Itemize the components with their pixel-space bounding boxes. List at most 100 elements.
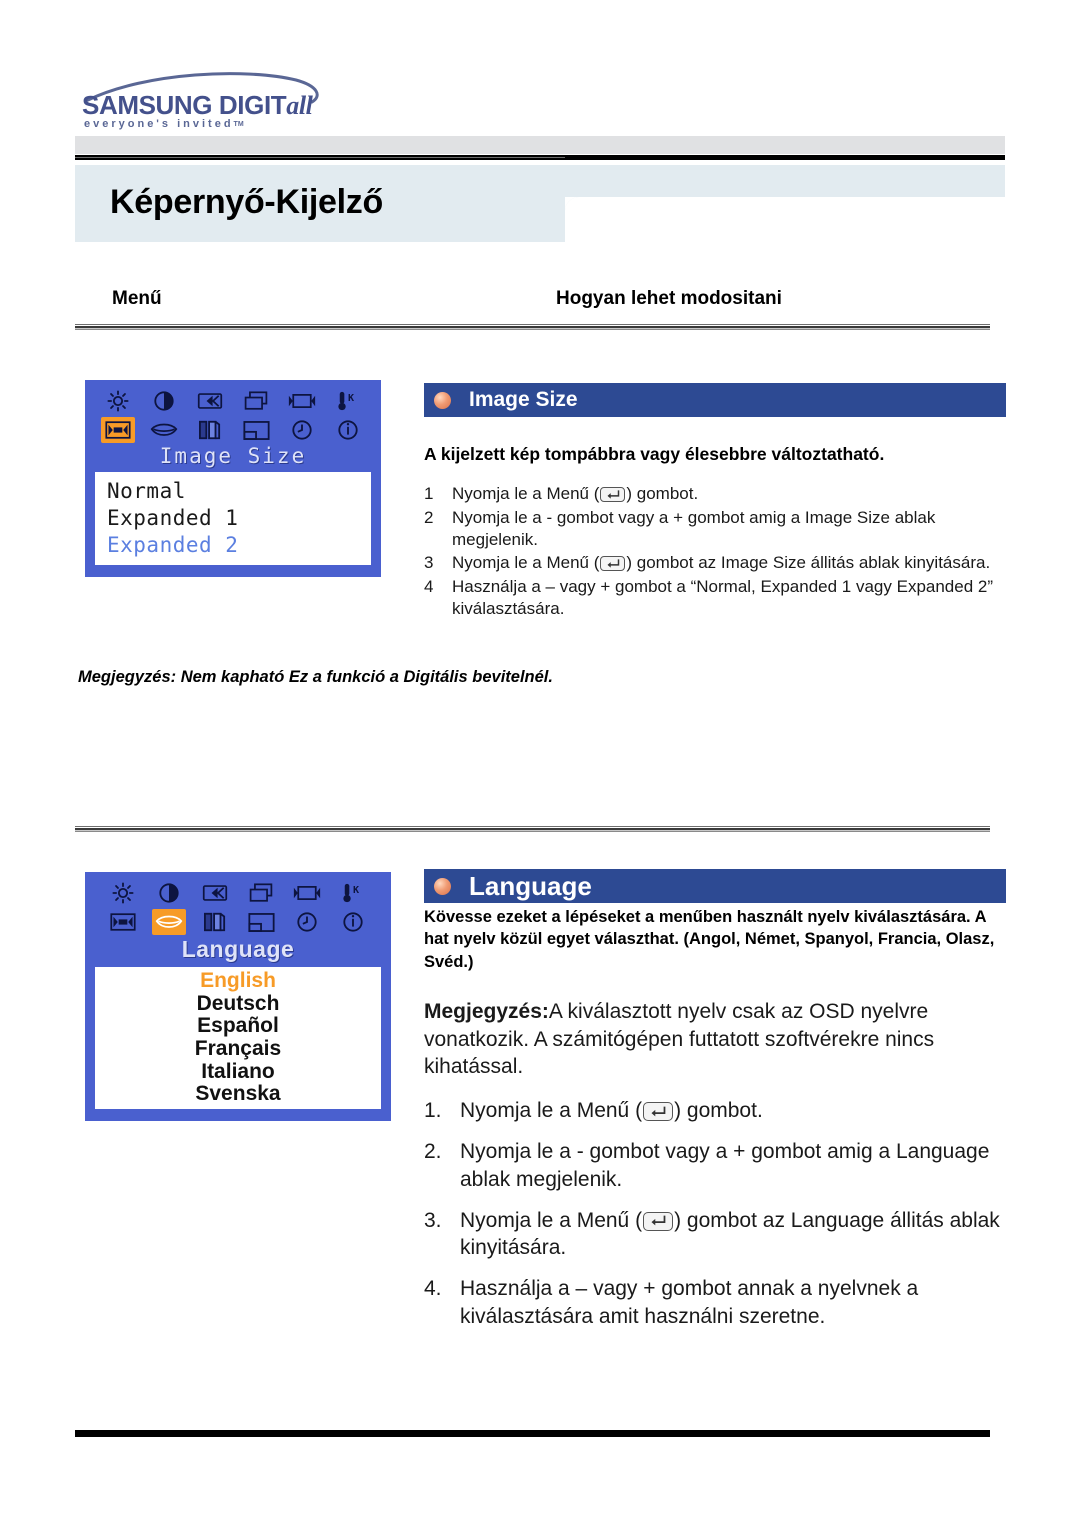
contrast-icon <box>147 388 181 414</box>
section-header-language: Language <box>424 869 1006 903</box>
step-text-post: ) gombot. <box>674 1099 763 1122</box>
samsung-digitall-logo: SAMSUNG DIGITall everyone's invitedTM <box>78 70 338 132</box>
step-text-pre: Nyomja le a Menű ( <box>452 553 600 573</box>
h-position-icon <box>198 880 232 906</box>
section-header-label: Image Size <box>469 388 578 411</box>
osd-preview-language: K Language English Deutsch Español Franç… <box>85 872 391 1122</box>
step-number: 1. <box>424 1099 442 1122</box>
image-lock-icon <box>285 388 319 414</box>
step-number: 2 <box>424 507 434 527</box>
image-size-note: Megjegyzés: Nem kapható Ez a funkció a D… <box>78 668 553 686</box>
osd-title-image-size: Image Size <box>159 444 307 468</box>
osd-icon-row-1: K <box>106 880 370 906</box>
osd-option-english[interactable]: English <box>105 969 371 993</box>
information-icon <box>336 909 370 935</box>
language-step-list: 1. Nyomja le a Menű ( ) gombot. 2. Nyomja… <box>424 1097 1024 1344</box>
step-text-pre: Nyomja le a Menű ( <box>452 484 600 503</box>
coarse-fine-icon <box>198 909 232 935</box>
enter-key-icon <box>600 556 626 572</box>
osd-option-espanol[interactable]: Español <box>105 1015 371 1038</box>
osd-icon-row-2 <box>101 417 365 443</box>
step-text: Nyomja le a - gombot vagy a + gombot ami… <box>460 1140 990 1191</box>
osd-option-list-image-size: Normal Expanded 1 Expanded 2 <box>95 472 371 565</box>
osd-option-svenska[interactable]: Svenska <box>105 1083 371 1106</box>
osd-option-deutsch[interactable]: Deutsch <box>105 992 371 1016</box>
brightness-icon <box>106 880 140 906</box>
column-header-menu: Menű <box>112 288 162 309</box>
step-item: 4. Használja a – vagy + gombot annak a n… <box>424 1275 1024 1330</box>
step-text: Nyomja le a Menű ( ) gombot. <box>452 483 1019 505</box>
step-text: Használja a – vagy + gombot annak a nyel… <box>460 1277 919 1328</box>
image-size-step-list: 1 Nyomja le a Menű ( ) gombot. 2 Nyomja l… <box>424 483 1019 622</box>
osd-time-icon <box>290 909 324 935</box>
osd-option-italiano[interactable]: Italiano <box>105 1060 371 1084</box>
step-item: 3. Nyomja le a Menű () gombot az Languag… <box>424 1207 1024 1262</box>
osd-title-language: Language <box>181 936 295 962</box>
osd-option-normal[interactable]: Normal <box>107 478 359 505</box>
step-item: 4 Használja a – vagy + gombot a “Normal,… <box>424 576 1019 620</box>
enter-key-icon <box>643 1102 674 1121</box>
section-header-image-size: Image Size <box>424 383 1006 417</box>
osd-option-francais[interactable]: Français <box>105 1037 371 1061</box>
step-text-pre: Nyomja le a Menű ( <box>460 1099 643 1122</box>
osd-preview-image-size: K Image Size Normal Expanded 1 Expanded … <box>85 380 381 577</box>
step-text: Nyomja le a Menű () gombot az Language á… <box>460 1207 1024 1262</box>
color-temp-icon: K <box>336 880 370 906</box>
step-number: 3. <box>424 1208 442 1232</box>
osd-icon-row-2 <box>106 909 370 935</box>
osd-position-icon <box>239 417 273 443</box>
step-text-pre: Nyomja le a Menű ( <box>460 1208 643 1232</box>
step-number: 2. <box>424 1140 442 1164</box>
logo-brand-italic: all <box>286 91 313 120</box>
image-lock-icon <box>290 880 324 906</box>
logo-wordmark: SAMSUNG DIGITall <box>82 90 313 121</box>
step-text-post: ) gombot. <box>626 484 699 503</box>
osd-icon-row-1: K <box>101 388 365 414</box>
divider-middle <box>75 826 990 832</box>
osd-option-expanded-1[interactable]: Expanded 1 <box>107 505 359 532</box>
step-text: Nyomja le a Menű ( ) gombot az Image Size… <box>452 552 1019 574</box>
bullet-sphere-icon <box>434 877 451 895</box>
header-black-rule <box>75 155 1005 160</box>
osd-icon-grid: K <box>95 388 371 443</box>
step-text: Használja a – vagy + gombot a “Normal, E… <box>452 577 994 618</box>
osd-option-list-language: English Deutsch Español Français Italian… <box>95 967 381 1110</box>
step-text-post: ) gombot az Image Size állitás ablak kin… <box>626 553 991 573</box>
language-intro: Kövesse ezeket a lépéseket a menűben has… <box>424 908 995 971</box>
step-number: 4 <box>424 577 434 596</box>
step-number: 4. <box>424 1277 442 1301</box>
language-icon <box>147 417 181 443</box>
osd-option-expanded-2[interactable]: Expanded 2 <box>107 532 359 559</box>
bullet-sphere-icon <box>434 391 451 409</box>
step-item: 2. Nyomja le a - gombot vagy a + gombot … <box>424 1138 1024 1193</box>
v-position-icon <box>239 388 273 414</box>
image-size-intro: A kijelzett kép tompábbra vagy élesebbre… <box>424 444 885 464</box>
header-grey-band <box>75 136 1005 154</box>
svg-text:K: K <box>348 393 355 404</box>
svg-text:K: K <box>353 885 360 896</box>
coarse-fine-icon <box>193 417 227 443</box>
contrast-icon <box>152 880 186 906</box>
brightness-icon <box>101 388 135 414</box>
page-title: Képernyő-Kijelző <box>110 183 383 221</box>
image-size-icon <box>106 909 140 935</box>
logo-brand: SAMSUNG DIGIT <box>82 90 287 120</box>
osd-position-icon <box>244 909 278 935</box>
divider-top <box>75 324 990 330</box>
step-item: 1. Nyomja le a Menű ( ) gombot. <box>424 1097 1024 1124</box>
osd-icon-grid: K <box>95 880 381 935</box>
step-item: 2 Nyomja le a - gombot vagy a + gombot a… <box>424 507 1019 551</box>
step-number: 1 <box>424 484 434 503</box>
logo-tagline: everyone's invitedTM <box>84 118 244 130</box>
image-size-icon <box>101 417 135 443</box>
step-text: Nyomja le a Menű ( ) gombot. <box>460 1097 1024 1124</box>
logo-tagline-text: everyone's invited <box>84 118 234 130</box>
osd-time-icon <box>285 417 319 443</box>
language-icon <box>152 909 186 935</box>
v-position-icon <box>244 880 278 906</box>
step-number: 3 <box>424 553 434 573</box>
step-item: 1 Nyomja le a Menű ( ) gombot. <box>424 483 1019 505</box>
enter-key-icon <box>643 1211 674 1231</box>
logo-tm: TM <box>233 121 244 128</box>
language-note: Megjegyzés:A kiválasztott nyelv csak az … <box>424 998 996 1081</box>
